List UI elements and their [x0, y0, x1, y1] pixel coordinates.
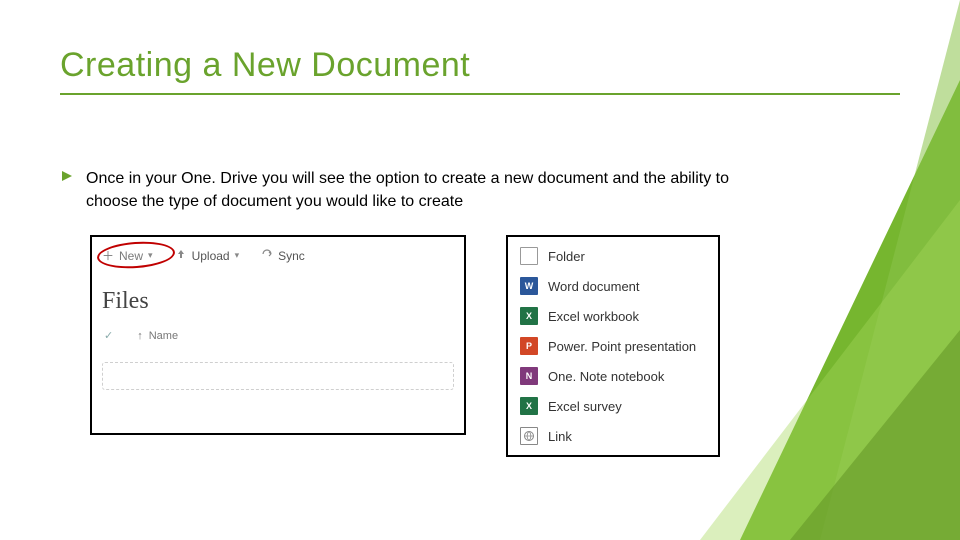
files-column-header: ✓ ↑ Name — [100, 325, 456, 346]
sync-icon — [261, 248, 273, 263]
folder-icon: ❐ — [520, 247, 538, 265]
sync-button[interactable]: Sync — [261, 248, 305, 263]
menu-item-excel-survey[interactable]: X Excel survey — [508, 391, 718, 421]
bullet-arrow-icon — [60, 169, 74, 213]
bullet-text: Once in your One. Drive you will see the… — [86, 167, 780, 213]
menu-label: Word document — [548, 279, 640, 294]
bullet-item: Once in your One. Drive you will see the… — [60, 167, 780, 213]
upload-icon — [175, 248, 187, 263]
menu-item-excel[interactable]: X Excel workbook — [508, 301, 718, 331]
powerpoint-icon: P — [520, 337, 538, 355]
dashed-placeholder-row — [102, 362, 454, 390]
menu-label: One. Note notebook — [548, 369, 664, 384]
menu-item-link[interactable]: Link — [508, 421, 718, 451]
title-underline — [60, 93, 900, 95]
word-icon: W — [520, 277, 538, 295]
screenshot-onedrive-files: ＋ New ▾ Upload ▾ Sync — [90, 235, 466, 435]
upload-label: Upload — [192, 249, 230, 263]
menu-label: Excel workbook — [548, 309, 639, 324]
screenshot-new-menu: ❐ Folder W Word document X Excel workboo… — [506, 235, 720, 457]
highlight-circle — [96, 240, 176, 271]
new-menu-list: ❐ Folder W Word document X Excel workboo… — [508, 241, 718, 451]
excel-survey-icon: X — [520, 397, 538, 415]
excel-icon: X — [520, 307, 538, 325]
menu-item-onenote[interactable]: N One. Note notebook — [508, 361, 718, 391]
chevron-down-icon: ▾ — [235, 250, 240, 261]
onenote-icon: N — [520, 367, 538, 385]
sync-label: Sync — [278, 249, 305, 263]
link-icon — [520, 427, 538, 445]
menu-label: Excel survey — [548, 399, 622, 414]
check-icon: ✓ — [104, 329, 113, 342]
slide-title: Creating a New Document — [60, 46, 900, 85]
menu-label: Link — [548, 429, 572, 444]
name-column-label: Name — [149, 330, 178, 342]
upload-button[interactable]: Upload ▾ — [175, 248, 240, 263]
menu-item-word[interactable]: W Word document — [508, 271, 718, 301]
files-heading: Files — [102, 288, 454, 315]
menu-label: Power. Point presentation — [548, 339, 696, 354]
menu-item-folder[interactable]: ❐ Folder — [508, 241, 718, 271]
sort-icon: ↑ — [137, 330, 143, 342]
menu-item-powerpoint[interactable]: P Power. Point presentation — [508, 331, 718, 361]
menu-label: Folder — [548, 249, 585, 264]
